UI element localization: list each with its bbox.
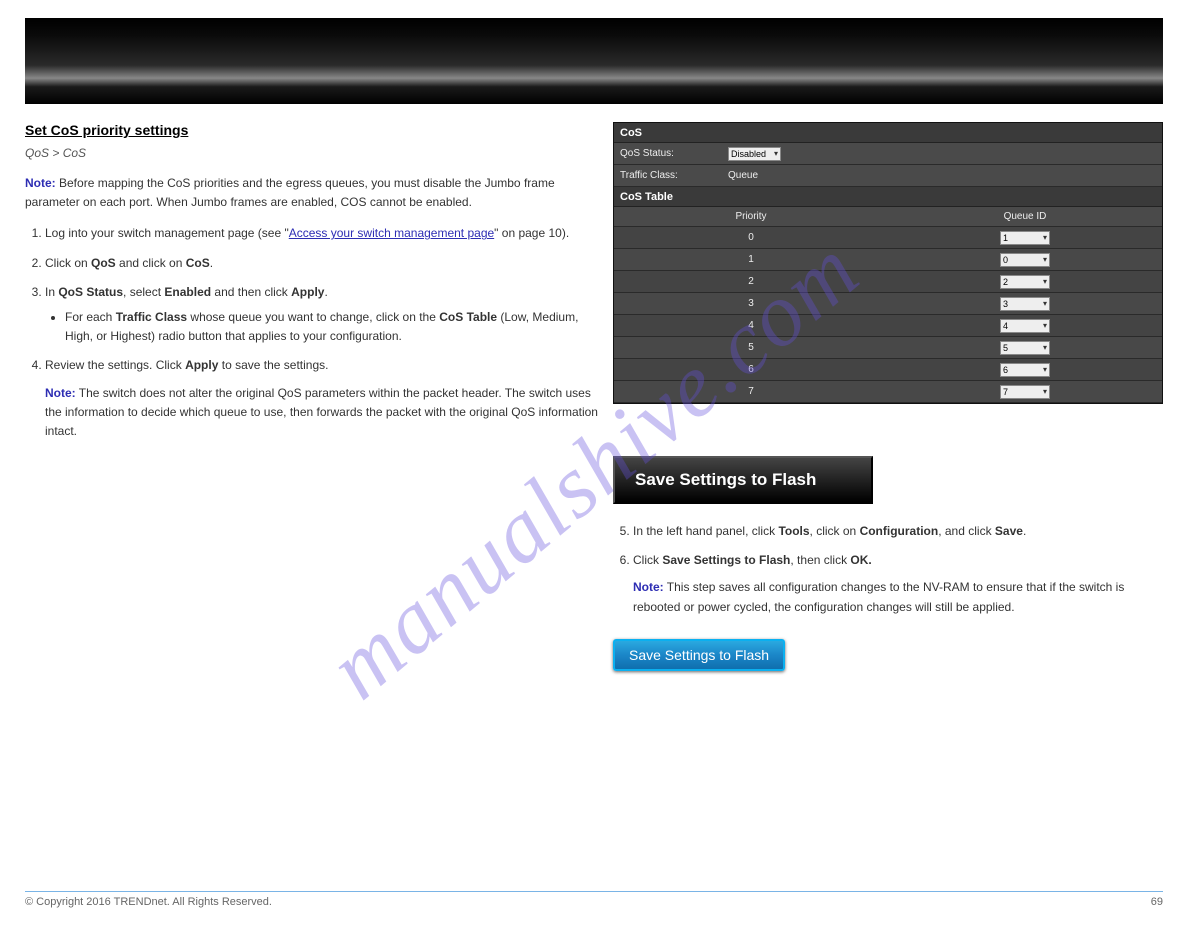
queue-id-select[interactable]: 5 xyxy=(1000,341,1050,355)
priority-cell: 1 xyxy=(614,254,888,265)
cos-table-row: 10 xyxy=(614,249,1162,271)
step-5: In the left hand panel, click Tools, cli… xyxy=(633,522,1163,541)
priority-cell: 7 xyxy=(614,386,888,397)
step-2: Click on QoS and click on CoS. xyxy=(45,254,605,273)
page-number: 69 xyxy=(1151,896,1163,908)
step-3: In QoS Status, select Enabled and then c… xyxy=(45,283,605,347)
queue-id-select[interactable]: 4 xyxy=(1000,319,1050,333)
step-4: Review the settings. Click Apply to save… xyxy=(45,356,605,441)
priority-cell: 3 xyxy=(614,298,888,309)
header-banner xyxy=(25,18,1163,104)
save-settings-flash-dark-button[interactable]: Save Settings to Flash xyxy=(613,456,873,504)
cos-title: CoS xyxy=(614,123,1162,143)
queue-id-select[interactable]: 1 xyxy=(1000,231,1050,245)
mgmt-page-link[interactable]: Access your switch management page xyxy=(289,226,494,240)
col-queue: Queue ID xyxy=(888,211,1162,222)
cos-table-row: 77 xyxy=(614,381,1162,403)
queue-id-select[interactable]: 3 xyxy=(1000,297,1050,311)
qos-status-select[interactable]: Disabled xyxy=(728,147,781,161)
priority-cell: 0 xyxy=(614,232,888,243)
queue-id-select[interactable]: 7 xyxy=(1000,385,1050,399)
cos-table-row: 01 xyxy=(614,227,1162,249)
copyright: © Copyright 2016 TRENDnet. All Rights Re… xyxy=(25,896,272,908)
priority-cell: 6 xyxy=(614,364,888,375)
step-6: Click Save Settings to Flash, then click… xyxy=(633,551,1163,617)
traffic-class-value: Queue xyxy=(722,170,1162,181)
note-label: Note: xyxy=(25,176,56,190)
note-text: Before mapping the CoS priorities and th… xyxy=(25,176,555,209)
save-settings-flash-blue-button[interactable]: Save Settings to Flash xyxy=(613,639,785,671)
col-priority: Priority xyxy=(614,211,888,222)
priority-cell: 5 xyxy=(614,342,888,353)
section-path: QoS > CoS xyxy=(25,146,605,160)
priority-cell: 4 xyxy=(614,320,888,331)
cos-panel: CoS QoS Status: Disabled Traffic Class: … xyxy=(613,122,1163,404)
cos-table-row: 55 xyxy=(614,337,1162,359)
queue-id-select[interactable]: 6 xyxy=(1000,363,1050,377)
queue-id-select[interactable]: 0 xyxy=(1000,253,1050,267)
qos-status-label: QoS Status: xyxy=(614,148,722,159)
cos-table-title: CoS Table xyxy=(614,187,1162,207)
cos-table-row: 44 xyxy=(614,315,1162,337)
cos-table-row: 22 xyxy=(614,271,1162,293)
cos-table-row: 66 xyxy=(614,359,1162,381)
priority-cell: 2 xyxy=(614,276,888,287)
traffic-class-label: Traffic Class: xyxy=(614,170,722,181)
cos-table-row: 33 xyxy=(614,293,1162,315)
step-1: Log into your switch management page (se… xyxy=(45,224,605,243)
section-title: Set CoS priority settings xyxy=(25,122,188,138)
queue-id-select[interactable]: 2 xyxy=(1000,275,1050,289)
